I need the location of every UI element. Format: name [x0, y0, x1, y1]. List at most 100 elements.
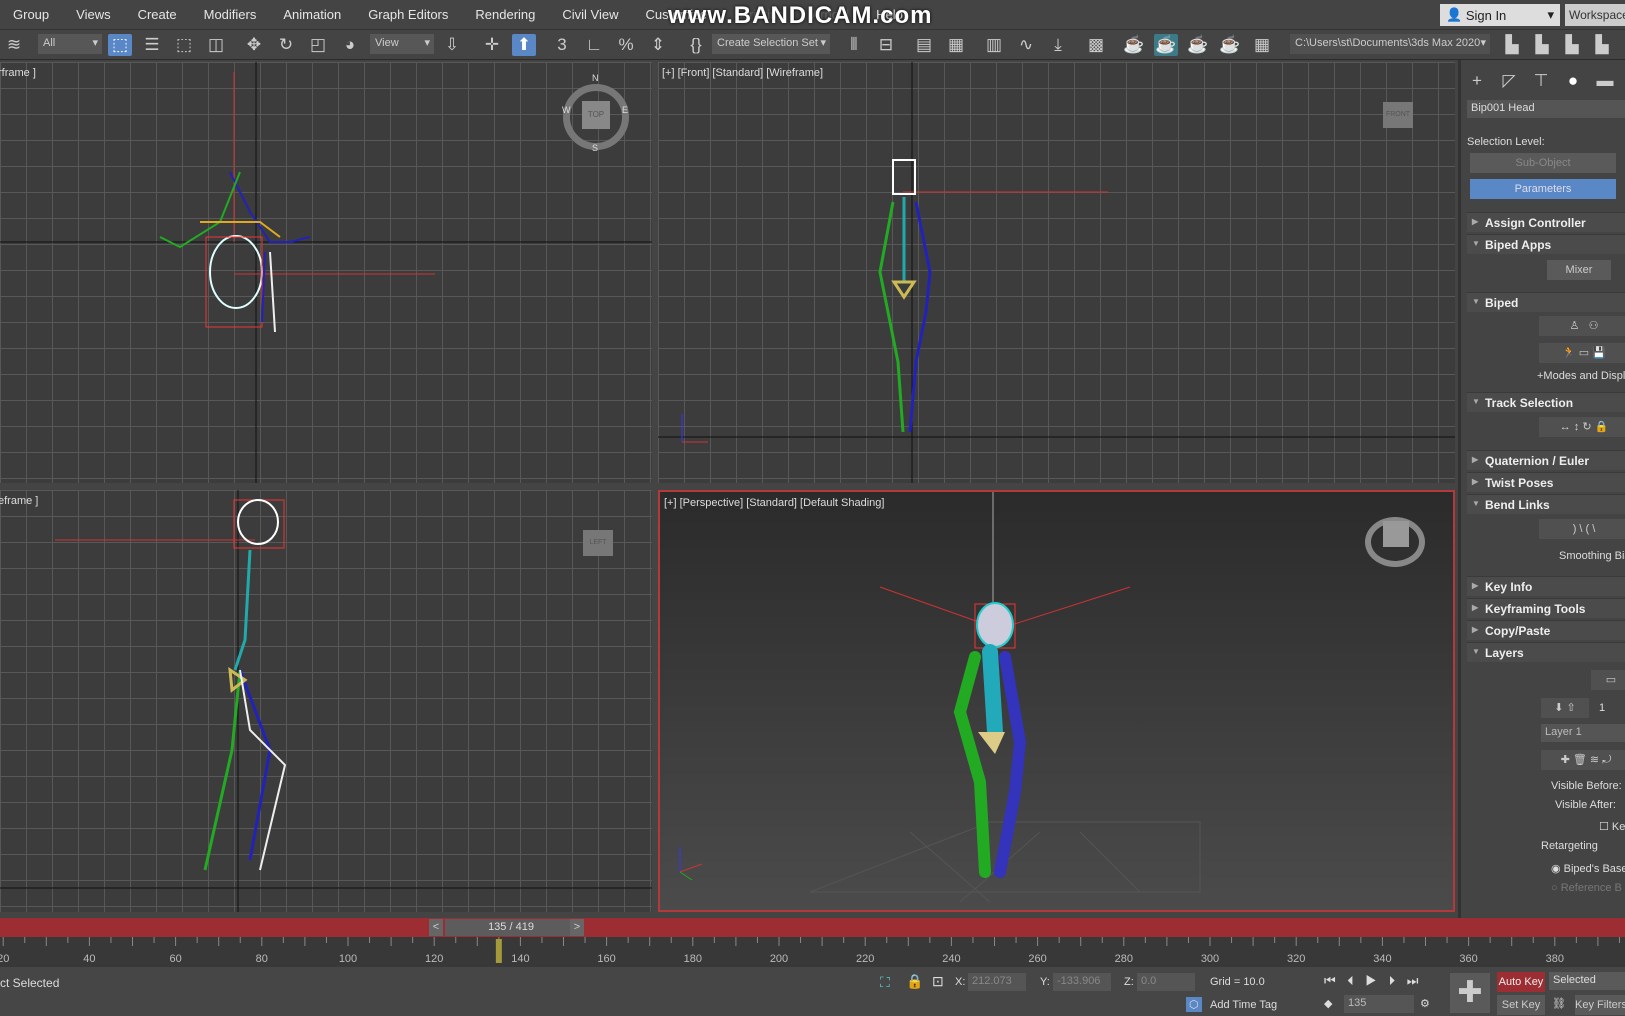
time-slider-thumb[interactable]: 135 / 419	[445, 919, 577, 936]
rollout-assign-controller[interactable]: ▶ Assign Controller	[1467, 212, 1625, 232]
current-frame-spinner[interactable]: 135	[1344, 995, 1414, 1013]
layer-explorer-icon[interactable]: ▦	[944, 34, 968, 56]
mixer-button[interactable]: Mixer	[1547, 260, 1611, 280]
viewcube[interactable]	[1365, 517, 1425, 567]
viewcube[interactable]: FRONT	[1383, 102, 1413, 128]
playback-controls[interactable]: ⏮ ⏴ ▶ ⏵ ⏭	[1324, 973, 1422, 989]
lock-icon[interactable]: 🔒	[906, 973, 923, 990]
select-manipulate-icon[interactable]: ✛	[480, 34, 504, 56]
parameters-button[interactable]: Parameters	[1470, 179, 1616, 199]
isolate-selection-icon[interactable]: ⛶	[880, 974, 890, 991]
project-template-icon[interactable]: ▙	[1590, 34, 1614, 56]
load-layer-icon[interactable]: ▭	[1591, 670, 1625, 690]
open-project-icon[interactable]: ▙	[1530, 34, 1554, 56]
rendered-frame-window-icon[interactable]: ☕	[1154, 34, 1178, 56]
create-project-icon[interactable]: ▙	[1560, 34, 1584, 56]
keyboard-shortcut-icon[interactable]: ⬆	[512, 34, 536, 56]
render-shortcuts-icon[interactable]: ▦	[1250, 34, 1274, 56]
hierarchy-tab-icon[interactable]: ⊤	[1529, 70, 1553, 92]
viewcube[interactable]: LEFT	[583, 530, 613, 556]
window-crossing-icon[interactable]: ◫	[204, 34, 228, 56]
rotate-icon[interactable]: ↻	[274, 34, 298, 56]
viewport-top[interactable]: rframe ] TOP N E S W	[0, 62, 652, 483]
track-bar[interactable]: 20 40 60 80 100 120 140 160 180 200 220 240 260 280 30…	[0, 937, 1625, 967]
rectangular-selection-icon[interactable]: ⬚	[172, 34, 196, 56]
rollout-key-info[interactable]: ▶ Key Info	[1467, 576, 1625, 596]
rollout-bend-links[interactable]: ▼ Bend Links	[1467, 494, 1625, 514]
edit-named-selection-icon[interactable]: {}	[684, 34, 708, 56]
modify-tab-icon[interactable]: ◸	[1497, 70, 1521, 92]
link-icon[interactable]: ≋	[2, 34, 26, 56]
scale-icon[interactable]: ◰	[306, 34, 330, 56]
y-coordinate-field[interactable]: -133.906	[1053, 973, 1111, 991]
absolute-mode-icon[interactable]: ⊡	[932, 973, 944, 990]
menu-create[interactable]: Create	[125, 7, 191, 22]
motion-tab-icon[interactable]: ●	[1561, 70, 1585, 92]
z-coordinate-field[interactable]: 0.0	[1137, 973, 1195, 991]
track-selection-buttons[interactable]: ↔ ↕ ↻ 🔒	[1539, 417, 1625, 437]
percent-snap-icon[interactable]: %	[614, 34, 638, 56]
next-frame-button[interactable]: >	[570, 919, 584, 936]
select-by-name-icon[interactable]: ☰	[140, 34, 164, 56]
auto-key-button[interactable]: Auto Key	[1497, 972, 1545, 992]
render-setup-icon[interactable]: ☕	[1122, 34, 1146, 56]
bipeds-base-radio[interactable]: ◉ Biped's Base	[1551, 862, 1625, 875]
key-set-dropdown[interactable]: Selected	[1549, 972, 1625, 990]
layer-tools-icons[interactable]: ✚ 🗑 ≋ ⤾	[1541, 750, 1625, 770]
render-production-icon[interactable]: ☕	[1186, 34, 1210, 56]
set-key-button[interactable]: Set Key	[1497, 995, 1545, 1015]
select-object-icon[interactable]: ⬚	[108, 34, 132, 56]
menu-civil-view[interactable]: Civil View	[549, 7, 632, 22]
rollout-copy-paste[interactable]: ▶ Copy/Paste	[1467, 620, 1625, 640]
rollout-keyframing-tools[interactable]: ▶ Keyframing Tools	[1467, 598, 1625, 618]
mirror-icon[interactable]: ⫴	[842, 34, 866, 56]
named-selection-dropdown[interactable]: Create Selection Set	[712, 34, 830, 54]
modes-display-toggle[interactable]: +Modes and Display	[1537, 370, 1625, 382]
current-frame-marker[interactable]	[495, 939, 502, 963]
align-icon[interactable]: ⊟	[874, 34, 898, 56]
material-editor-icon[interactable]: ▩	[1084, 34, 1108, 56]
reference-coordinate-dropdown[interactable]: View	[370, 34, 434, 54]
project-settings-icon[interactable]: ▙	[1500, 34, 1524, 56]
key-filter-icon[interactable]: ⛓	[1552, 997, 1566, 1010]
angle-snap-icon[interactable]: ∟	[582, 34, 606, 56]
biped-file-buttons[interactable]: 🏃 ▭ 💾	[1539, 343, 1625, 363]
rollout-quaternion-euler[interactable]: ▶ Quaternion / Euler	[1467, 450, 1625, 470]
set-key-big-button[interactable]: ✚	[1450, 973, 1490, 1013]
viewport-perspective[interactable]: [+] [Perspective] [Standard] [Default Sh…	[658, 490, 1455, 912]
menu-modifiers[interactable]: Modifiers	[191, 7, 271, 22]
create-tab-icon[interactable]: +	[1465, 70, 1489, 92]
snaps-toggle-icon[interactable]: 3	[550, 34, 574, 56]
project-folder-dropdown[interactable]: C:\Users\st\Documents\3ds Max 2020	[1290, 34, 1490, 54]
rollout-track-selection[interactable]: ▼ Track Selection	[1467, 392, 1625, 412]
select-place-icon[interactable]: ◕	[338, 34, 362, 56]
menu-views[interactable]: Views	[63, 7, 124, 22]
menu-group[interactable]: Group	[0, 7, 63, 22]
rollout-biped-apps[interactable]: ▼ Biped Apps	[1467, 234, 1625, 254]
time-slider-track[interactable]	[0, 918, 1625, 937]
time-config-icon[interactable]: ⚙	[1420, 997, 1430, 1010]
selection-filter-dropdown[interactable]: All	[38, 34, 102, 54]
scene-explorer-icon[interactable]: ▤	[912, 34, 936, 56]
add-time-tag-button[interactable]: Add Time Tag	[1210, 999, 1277, 1011]
move-icon[interactable]: ✥	[242, 34, 266, 56]
pivot-icon[interactable]: ⇩	[440, 34, 464, 56]
key-checkbox[interactable]: ☐ Key	[1599, 820, 1625, 833]
menu-graph-editors[interactable]: Graph Editors	[355, 7, 462, 22]
workspaces-dropdown[interactable]: Workspaces	[1565, 4, 1625, 26]
time-tag-icon[interactable]: ⬡	[1186, 997, 1202, 1012]
rollout-biped[interactable]: ▼ Biped	[1467, 292, 1625, 312]
curve-editor-icon[interactable]: ∿	[1014, 34, 1038, 56]
viewcube-compass[interactable]: TOP N E S W	[562, 73, 629, 153]
bend-links-buttons[interactable]: ) \ ( \	[1539, 519, 1625, 539]
key-filters-button[interactable]: Key Filters...	[1575, 995, 1625, 1015]
reference-radio[interactable]: ○ Reference B	[1551, 882, 1622, 894]
prev-frame-button[interactable]: <	[429, 919, 443, 936]
viewport-left[interactable]: eframe ] LEFT	[0, 490, 652, 912]
viewport-front[interactable]: [+] [Front] [Standard] [Wireframe] FRONT	[658, 62, 1455, 483]
render-cloud-icon[interactable]: ☕	[1218, 34, 1242, 56]
key-mode-icon[interactable]: ◆	[1324, 997, 1332, 1010]
menu-animation[interactable]: Animation	[270, 7, 355, 22]
viewcube-top-face[interactable]: TOP	[582, 101, 610, 129]
spinner-snap-icon[interactable]: ⇕	[646, 34, 670, 56]
